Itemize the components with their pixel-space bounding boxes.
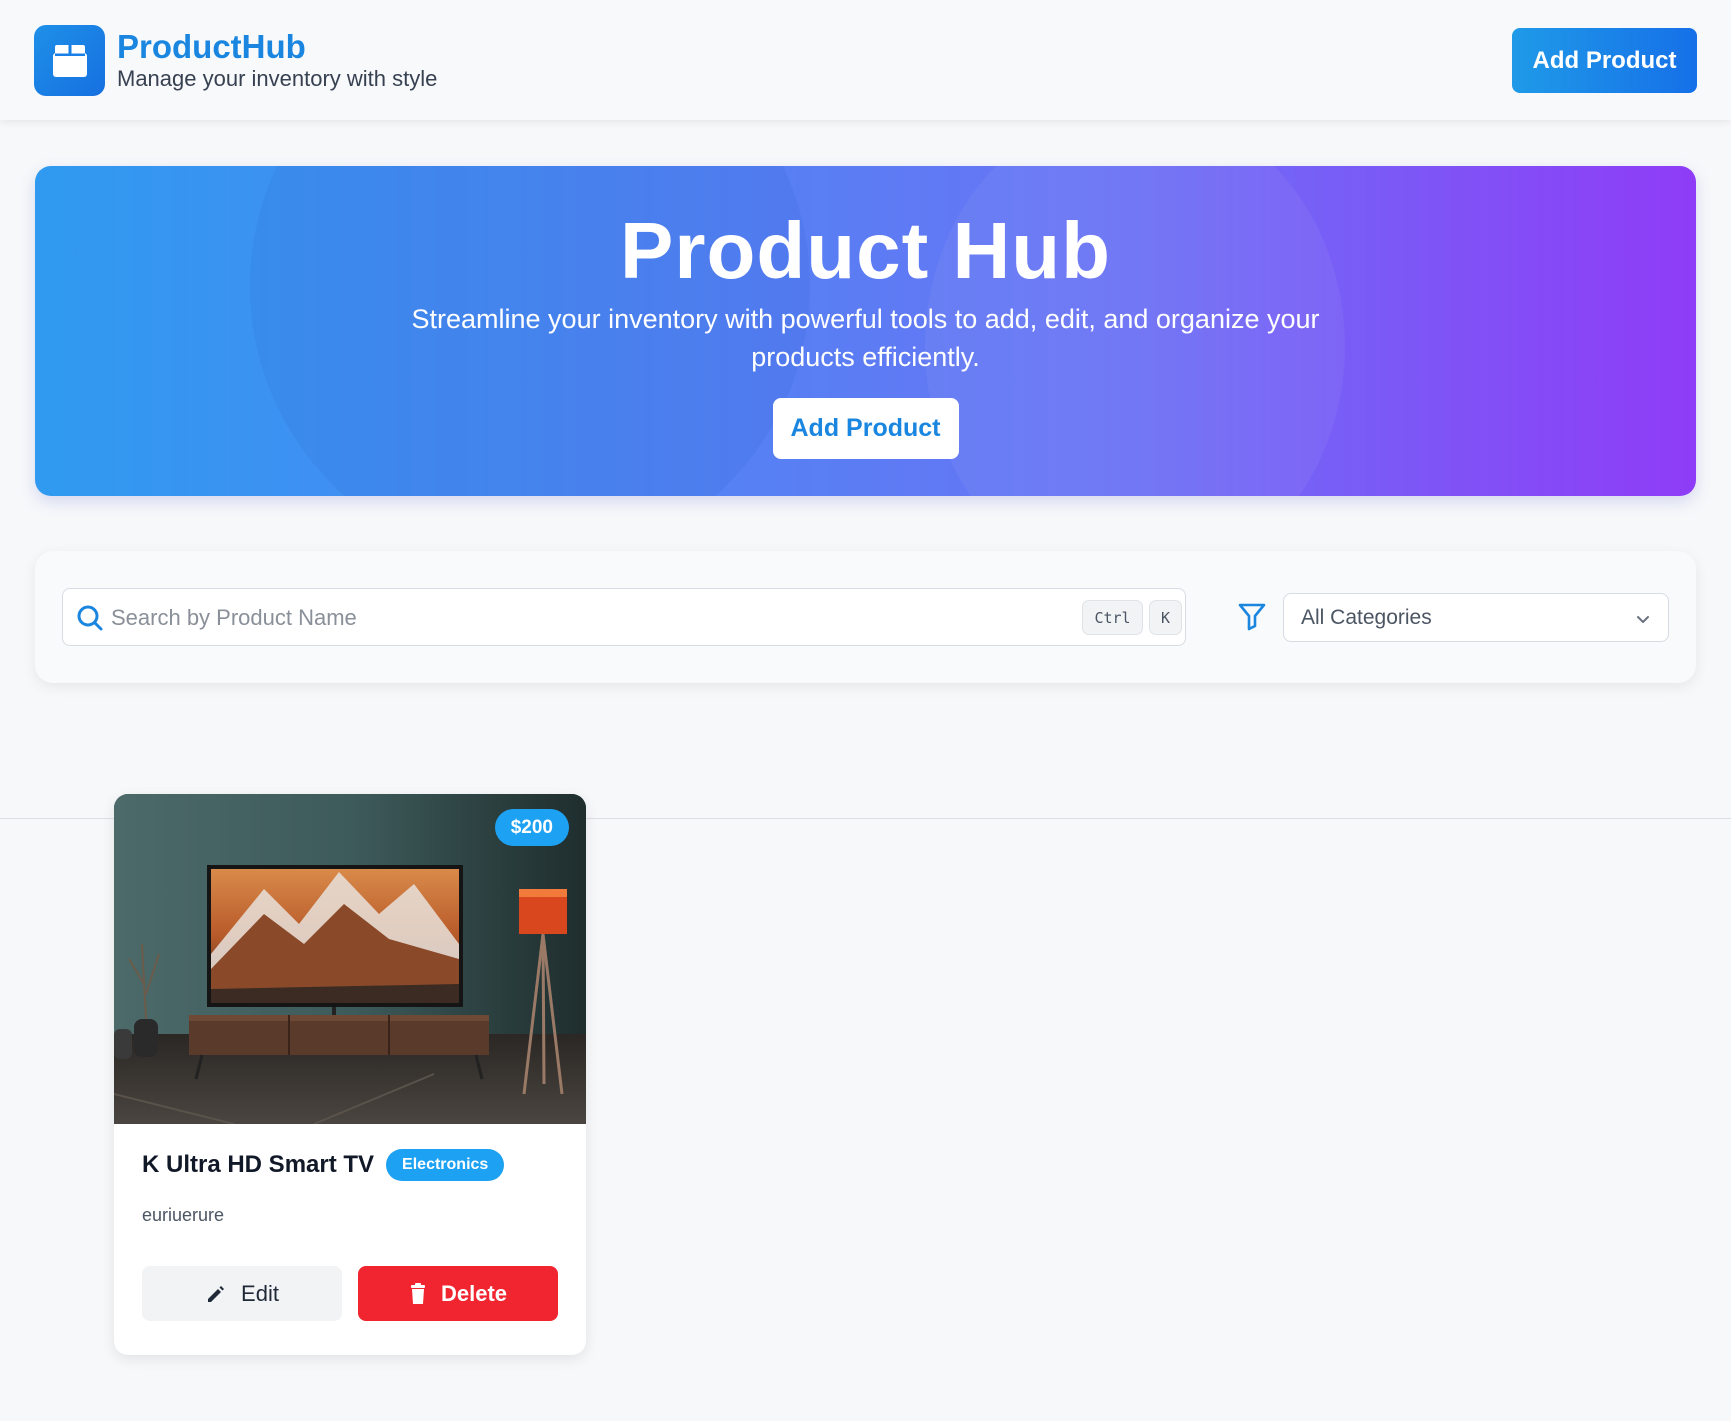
product-description: euriuerure — [142, 1205, 225, 1225]
delete-button-label: Delete — [440, 1280, 508, 1306]
brand-tagline: Manage your inventory with style — [117, 65, 438, 91]
category-badge: Electronics — [386, 1149, 505, 1181]
chevron-down-icon — [1637, 616, 1649, 623]
price-badge: $200 — [494, 809, 569, 846]
hero-title: Product Hub — [620, 206, 1111, 295]
add-product-button[interactable]: Add Product — [1512, 28, 1697, 93]
search-input[interactable] — [111, 599, 1011, 637]
shortcut-key-ctrl: Ctrl — [1082, 600, 1143, 635]
package-icon — [34, 25, 105, 96]
app-header: ProductHub Manage your inventory with st… — [0, 0, 1731, 120]
product-card: $200 K Ultra HD Smart TV Electronics eur… — [114, 794, 586, 1355]
hero-banner: Product Hub Streamline your inventory wi… — [35, 166, 1696, 496]
category-select[interactable]: All Categories — [1283, 593, 1669, 642]
category-select-value: All Categories — [1301, 606, 1432, 629]
brand[interactable]: ProductHub Manage your inventory with st… — [34, 25, 437, 96]
search-box[interactable]: Ctrl K — [62, 588, 1186, 646]
trash-icon — [410, 1282, 425, 1304]
brand-name: ProductHub — [117, 27, 306, 65]
delete-button[interactable]: Delete — [358, 1266, 558, 1321]
search-panel: Ctrl K All Categories — [35, 551, 1696, 683]
product-image: $200 — [114, 794, 586, 1124]
search-icon — [77, 605, 103, 631]
edit-button[interactable]: Edit — [142, 1266, 342, 1321]
pencil-icon — [208, 1285, 225, 1302]
product-title: K Ultra HD Smart TV — [142, 1151, 375, 1178]
hero-description: Streamline your inventory with powerful … — [411, 304, 1320, 372]
shortcut-key-k: K — [1149, 600, 1182, 635]
edit-button-label: Edit — [241, 1280, 279, 1306]
filter-icon — [1238, 603, 1266, 631]
hero-add-product-button[interactable]: Add Product — [772, 398, 959, 459]
